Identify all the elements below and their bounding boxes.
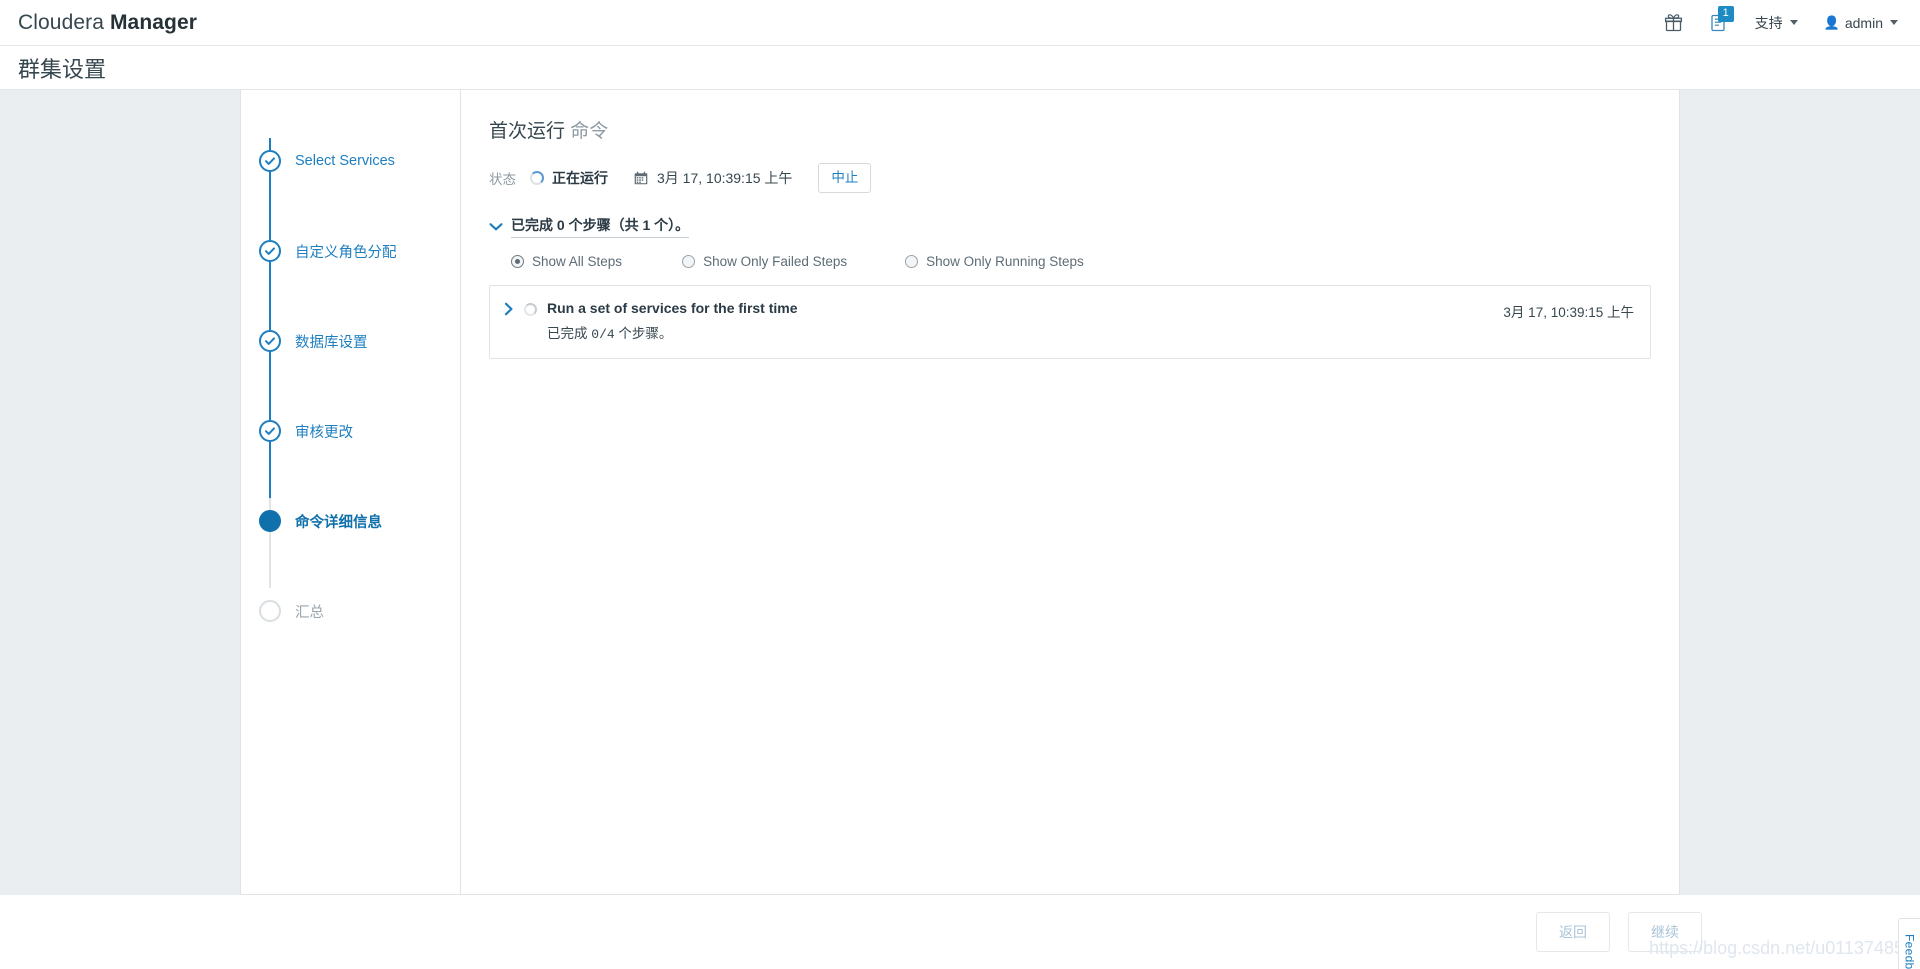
command-step-progress-suffix: 个步骤。 (615, 326, 673, 341)
radio-label: Show Only Failed Steps (703, 254, 847, 269)
sidebar-item-label: 汇总 (295, 601, 324, 622)
chevron-down-icon (1790, 20, 1798, 25)
notification-badge: 1 (1718, 6, 1734, 22)
step-running-spinner-icon (524, 303, 537, 316)
step-check-icon (259, 240, 281, 262)
sidebar-item-label: 数据库设置 (295, 331, 368, 352)
radio-label: Show All Steps (532, 254, 622, 269)
sidebar-item-role-assignment[interactable]: 自定义角色分配 (241, 206, 460, 296)
progress-summary-row: 已完成 0 个步骤（共 1 个）。 (489, 215, 1679, 238)
user-menu-label: admin (1845, 15, 1883, 31)
app-logo[interactable]: Cloudera Manager (18, 11, 197, 35)
step-pending-icon (259, 600, 281, 622)
radio-indicator (905, 255, 918, 268)
sidebar-item-label: Select Services (295, 153, 395, 169)
radio-indicator (511, 255, 524, 268)
command-step-time: 3月 17, 10:39:15 上午 (1503, 300, 1634, 321)
sidebar-item-summary[interactable]: 汇总 (241, 566, 460, 656)
sidebar-item-label: 命令详细信息 (295, 511, 382, 532)
command-step-progress-count: 0/4 (591, 327, 614, 342)
user-menu[interactable]: 👤 admin (1824, 15, 1898, 31)
back-button[interactable]: 返回 (1536, 912, 1610, 952)
step-check-icon (259, 420, 281, 442)
sidebar-item-select-services[interactable]: Select Services (241, 116, 460, 206)
support-menu-label: 支持 (1755, 13, 1783, 33)
sidebar-item-label: 自定义角色分配 (295, 241, 397, 262)
header-actions: 1 支持 👤 admin (1664, 13, 1898, 33)
page-title: 群集设置 (18, 52, 106, 84)
feedback-tab[interactable]: Feedback (1898, 918, 1920, 969)
command-title: 首次运行 命令 (489, 116, 1679, 143)
status-label: 状态 (489, 168, 516, 188)
command-step-row[interactable]: Run a set of services for the first time… (489, 285, 1651, 359)
radio-show-all-steps[interactable]: Show All Steps (511, 254, 622, 269)
command-step-title: Run a set of services for the first time (547, 300, 1503, 316)
step-filter-radio-group: Show All Steps Show Only Failed Steps Sh… (511, 254, 1679, 269)
brand-light-text: Cloudera (18, 11, 110, 34)
command-title-suffix: 命令 (565, 121, 608, 142)
page-body: Select Services 自定义角色分配 数据库设置 审核更改 (0, 90, 1920, 895)
step-current-icon (259, 510, 281, 532)
command-details-content: 首次运行 命令 状态 正在运行 (461, 90, 1679, 894)
running-spinner-icon (530, 171, 544, 185)
command-title-main: 首次运行 (489, 121, 565, 142)
chevron-down-icon (1890, 20, 1898, 25)
abort-button[interactable]: 中止 (818, 163, 871, 193)
notification-icon[interactable]: 1 (1709, 13, 1729, 33)
status-value: 正在运行 (552, 168, 608, 188)
sidebar-item-label: 审核更改 (295, 421, 353, 442)
command-status-row: 状态 正在运行 (489, 163, 1679, 193)
sidebar-item-review-changes[interactable]: 审核更改 (241, 386, 460, 476)
sidebar-item-command-details[interactable]: 命令详细信息 (241, 476, 460, 566)
feedback-tab-label: Feedback (1903, 934, 1917, 969)
chevron-right-icon[interactable] (504, 300, 514, 316)
radio-label: Show Only Running Steps (926, 254, 1084, 269)
chevron-down-icon[interactable] (489, 222, 503, 232)
top-header-bar: Cloudera Manager 1 支持 (0, 0, 1920, 46)
radio-indicator (682, 255, 695, 268)
progress-summary-text[interactable]: 已完成 0 个步骤（共 1 个）。 (511, 215, 689, 238)
continue-button[interactable]: 继续 (1628, 912, 1702, 952)
page-title-bar: 群集设置 (0, 46, 1920, 90)
command-step-progress: 已完成 0/4 个步骤。 (547, 322, 1503, 342)
command-started-time: 3月 17, 10:39:15 上午 (657, 168, 792, 188)
wizard-steps-sidebar: Select Services 自定义角色分配 数据库设置 审核更改 (241, 90, 461, 894)
step-check-icon (259, 150, 281, 172)
support-menu[interactable]: 支持 (1755, 13, 1798, 33)
sidebar-item-database-setup[interactable]: 数据库设置 (241, 296, 460, 386)
brand-bold-text: Manager (110, 11, 197, 34)
wizard-footer: 返回 继续 https://blog.csdn.net/u011374856 (0, 895, 1920, 969)
step-check-icon (259, 330, 281, 352)
user-icon: 👤 (1824, 15, 1840, 31)
command-step-progress-prefix: 已完成 (547, 326, 591, 341)
radio-show-only-failed-steps[interactable]: Show Only Failed Steps (682, 254, 847, 269)
radio-show-only-running-steps[interactable]: Show Only Running Steps (905, 254, 1084, 269)
calendar-icon (634, 171, 648, 185)
wizard-panel: Select Services 自定义角色分配 数据库设置 审核更改 (240, 90, 1680, 895)
gift-icon[interactable] (1664, 13, 1683, 32)
command-step-body: Run a set of services for the first time… (547, 300, 1503, 342)
